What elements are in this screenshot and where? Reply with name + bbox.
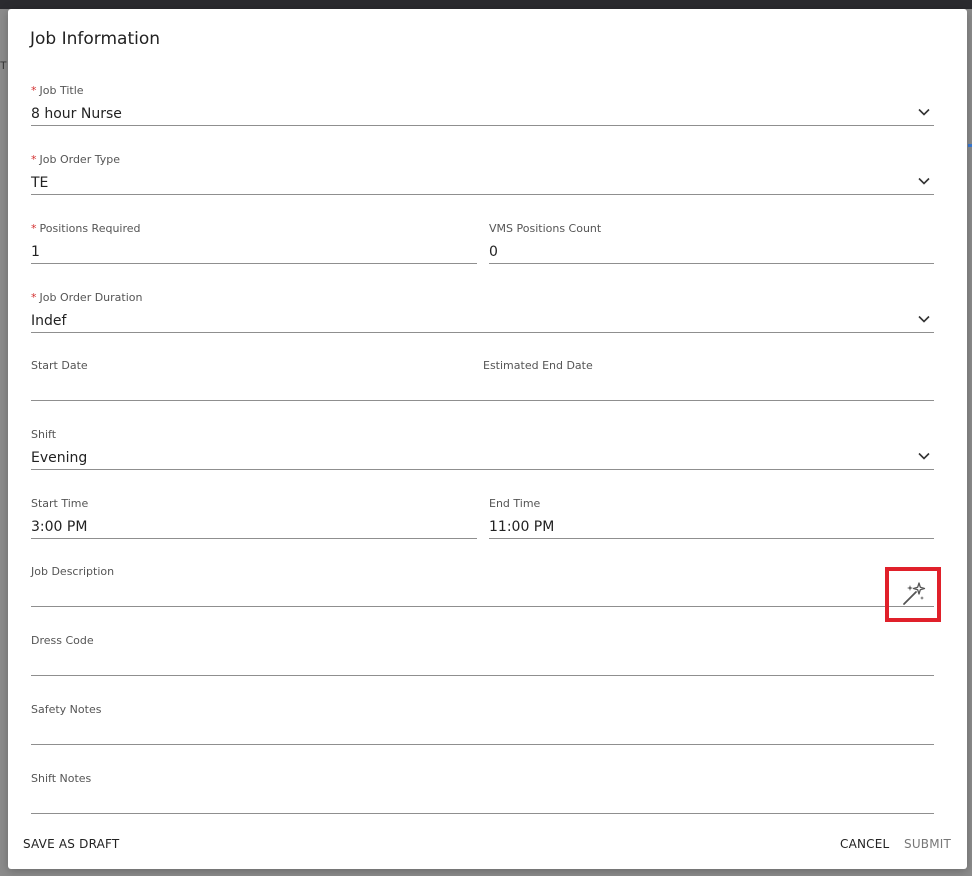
field-underline xyxy=(31,400,934,401)
dialog-title: Job Information xyxy=(30,29,161,49)
field-underline xyxy=(31,332,934,333)
backdrop-accent xyxy=(968,144,972,147)
safety-notes-label: Safety Notes xyxy=(31,703,102,716)
end-time-value: 11:00 PM xyxy=(489,519,555,535)
job-title-value: 8 hour Nurse xyxy=(31,106,122,122)
dress-code-label: Dress Code xyxy=(31,634,94,647)
job-order-type-label: * Job Order Type xyxy=(31,153,120,166)
vms-positions-count-value: 0 xyxy=(489,244,498,260)
job-title-select[interactable]: * Job Title 8 hour Nurse xyxy=(31,84,934,128)
chevron-down-icon[interactable] xyxy=(918,108,930,118)
job-order-type-value: TE xyxy=(31,175,49,191)
job-order-duration-select[interactable]: * Job Order Duration Indef xyxy=(31,291,934,335)
job-description-label: Job Description xyxy=(31,565,115,578)
field-underline xyxy=(31,125,934,126)
shift-label: Shift xyxy=(31,428,57,441)
vms-positions-count-label: VMS Positions Count xyxy=(489,222,602,235)
field-underline xyxy=(31,744,934,745)
positions-required-label: * Positions Required xyxy=(31,222,141,235)
required-marker: * xyxy=(31,153,37,166)
dress-code-input[interactable]: Dress Code xyxy=(31,634,934,678)
job-order-duration-label: * Job Order Duration xyxy=(31,291,143,304)
required-marker: * xyxy=(31,84,37,97)
chevron-down-icon[interactable] xyxy=(918,315,930,325)
backdrop-topbar xyxy=(0,0,972,9)
job-order-duration-value: Indef xyxy=(31,313,67,329)
field-underline xyxy=(31,469,934,470)
safety-notes-input[interactable]: Safety Notes xyxy=(31,703,934,747)
ai-generate-description-button[interactable] xyxy=(885,567,941,622)
start-date-label: Start Date xyxy=(31,359,88,372)
chevron-down-icon[interactable] xyxy=(918,177,930,187)
estimated-end-date-label: Estimated End Date xyxy=(483,359,593,372)
field-underline xyxy=(31,606,934,607)
shift-select[interactable]: Shift Evening xyxy=(31,428,934,472)
field-underline xyxy=(31,263,477,264)
end-time-label: End Time xyxy=(489,497,541,510)
positions-required-input[interactable]: * Positions Required 1 xyxy=(31,222,477,266)
job-information-dialog: Job Information * Job Title 8 hour Nurse … xyxy=(8,9,967,869)
save-as-draft-button[interactable]: SAVE AS DRAFT xyxy=(23,837,119,851)
required-marker: * xyxy=(31,222,37,235)
field-underline xyxy=(31,194,934,195)
backdrop-edge-text: TE xyxy=(0,60,7,72)
field-underline xyxy=(31,675,934,676)
field-underline xyxy=(31,538,477,539)
job-description-input[interactable]: Job Description xyxy=(31,565,934,609)
shift-value: Evening xyxy=(31,450,88,466)
date-range-field[interactable]: Start Date Estimated End Date xyxy=(31,359,934,403)
field-underline xyxy=(489,538,934,539)
start-time-value: 3:00 PM xyxy=(31,519,88,535)
vms-positions-count-input[interactable]: VMS Positions Count 0 xyxy=(489,222,934,266)
cancel-button[interactable]: CANCEL xyxy=(840,837,889,851)
job-order-type-select[interactable]: * Job Order Type TE xyxy=(31,153,934,197)
magic-wand-icon[interactable] xyxy=(901,581,927,607)
positions-required-value: 1 xyxy=(31,244,40,260)
required-marker: * xyxy=(31,291,37,304)
field-underline xyxy=(31,813,934,814)
job-title-label: * Job Title xyxy=(31,84,84,97)
submit-button[interactable]: SUBMIT xyxy=(904,837,951,851)
start-time-input[interactable]: Start Time 3:00 PM xyxy=(31,497,477,541)
end-time-input[interactable]: End Time 11:00 PM xyxy=(489,497,934,541)
chevron-down-icon[interactable] xyxy=(918,452,930,462)
field-underline xyxy=(489,263,934,264)
shift-notes-input[interactable]: Shift Notes xyxy=(31,772,934,816)
start-time-label: Start Time xyxy=(31,497,89,510)
shift-notes-label: Shift Notes xyxy=(31,772,92,785)
